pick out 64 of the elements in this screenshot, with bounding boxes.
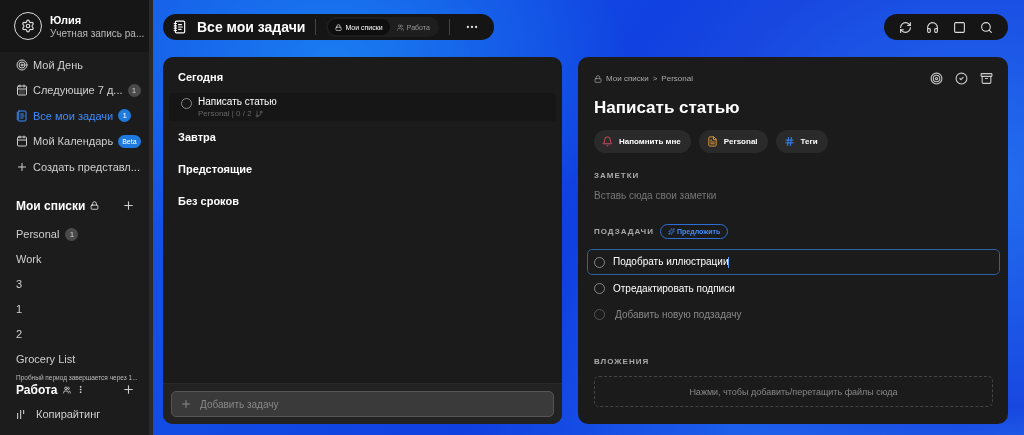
subtasks-label: ПОДЗАДАЧИ [594, 227, 654, 236]
notes-field[interactable]: Вставь сюда свои заметки [594, 190, 993, 201]
task-meta: Personal | 0 / 2 [198, 109, 252, 118]
chip-button[interactable]: Personal [698, 130, 768, 153]
section-title: Завтра [178, 131, 216, 143]
page-title: Все мои задачи [197, 19, 306, 35]
task-title: Написать статью [594, 98, 741, 118]
add-icon[interactable] [122, 383, 135, 396]
hash-icon [783, 136, 795, 147]
list-item[interactable]: Personal 1 [0, 221, 149, 247]
section-title: Работа [16, 382, 58, 397]
nav-item[interactable]: Следующие 7 д... 1 [0, 77, 149, 103]
account-subtitle: Учетная запись ра... [50, 27, 145, 39]
list-item[interactable]: Копирайтинг [0, 401, 149, 427]
breadcrumb-item: > [652, 74, 658, 83]
account-name: Юлия [50, 13, 83, 26]
account-header[interactable]: Юлия Учетная запись ра... [0, 0, 149, 52]
attachments-label: ВЛОЖЕНИЯ [594, 357, 651, 366]
target-icon[interactable] [930, 72, 943, 85]
task-title: Написать статью [198, 96, 277, 107]
add-task-bar[interactable]: Добавить задачу [171, 391, 554, 417]
add-icon[interactable] [122, 199, 135, 212]
calendar-icon [16, 84, 28, 97]
nav-item[interactable]: Мой День [0, 52, 149, 78]
list-item[interactable]: Grocery List [0, 346, 149, 372]
subtask-title: Отредактировать подписи [613, 282, 735, 294]
count-badge: 1 [127, 83, 141, 97]
subtask-row[interactable]: Отредактировать подписи [587, 275, 1000, 301]
subtask-title: Подобрать иллюстрации [613, 256, 730, 268]
list-icon [16, 109, 28, 122]
section-title: Сегодня [178, 71, 224, 83]
file-dropzone[interactable]: Нажми, чтобы добавить/перетащить файлы сюда [594, 376, 993, 407]
nav-item[interactable]: Создать представл... [0, 154, 149, 180]
subtask-row[interactable]: Подобрать иллюстрации [587, 249, 1000, 275]
list-item[interactable]: Work [0, 246, 149, 272]
breadcrumb-item[interactable]: Personal [661, 74, 693, 83]
document-icon [706, 136, 718, 147]
chip-button[interactable]: Напомнить мне [594, 130, 691, 153]
list-item[interactable]: 2 [0, 321, 149, 347]
list-item[interactable]: 3 [0, 271, 149, 297]
calendar-icon [16, 135, 28, 148]
section-title: Предстоящие [178, 163, 253, 175]
bars-icon [16, 409, 26, 419]
add-subtask-field[interactable]: Добавить новую подзадачу [613, 307, 993, 321]
breadcrumb-item[interactable]: Мои списки [606, 74, 649, 83]
subtasks-icon [254, 109, 263, 118]
notes-label: ЗАМЕТКИ [594, 171, 641, 180]
count-badge: 1 [118, 109, 132, 123]
nav-item[interactable]: Все мои задачи 1 [0, 103, 149, 129]
people-icon [396, 23, 404, 31]
bell-icon [602, 136, 613, 147]
target-icon [16, 58, 28, 71]
people-icon [62, 385, 71, 394]
plus-icon [180, 398, 192, 410]
check-icon[interactable] [955, 72, 968, 85]
section-title: Мои списки [16, 198, 86, 213]
section-title: Без сроков [178, 195, 239, 207]
list-item[interactable]: 1 [0, 296, 149, 322]
list-icon [173, 20, 187, 34]
archive-icon[interactable] [980, 72, 993, 85]
count-badge: 1 [65, 227, 79, 241]
plus-icon [16, 160, 28, 173]
task-row[interactable]: Написать статью Personal | 0 / 2 [169, 93, 556, 121]
chip-button[interactable]: Теги [775, 130, 828, 153]
